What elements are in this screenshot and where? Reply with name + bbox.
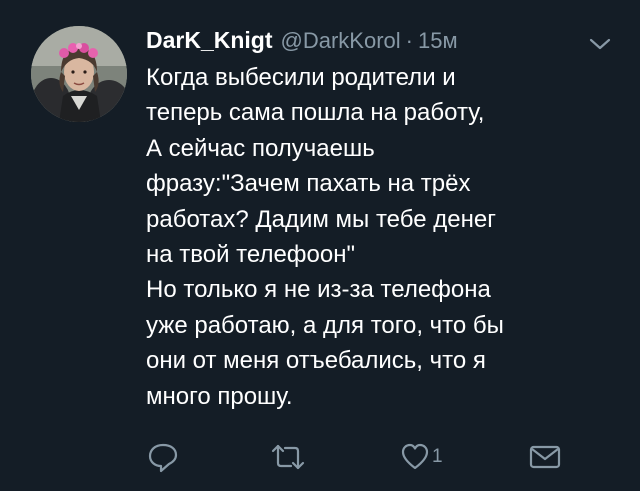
tweet-actions: 1 (146, 440, 606, 474)
tweet-text-line: Но только я не из-за телефона (146, 276, 491, 304)
tweet-header: DarK_Knigt @DarkKorol · 15м (146, 27, 458, 61)
tweet: DarK_Knigt @DarkKorol · 15м Когда выбеси… (0, 0, 640, 491)
avatar-image (31, 26, 127, 122)
tweet-text-line: А сейчас получаешь (146, 134, 375, 162)
avatar[interactable] (31, 26, 127, 122)
header-separator: · (405, 28, 413, 53)
envelope-icon (529, 445, 561, 469)
tweet-text-line: фразу:"Зачем пахать на трёх (146, 170, 471, 198)
tweet-text-line: много прошу. (146, 382, 293, 410)
chevron-down-icon[interactable] (588, 36, 612, 52)
reply-button[interactable] (146, 440, 180, 474)
tweet-timestamp[interactable]: 15м (418, 28, 458, 54)
tweet-text-line: они от меня отъебались, что я (146, 347, 486, 375)
like-count: 1 (432, 446, 443, 467)
heart-icon (401, 443, 429, 470)
tweet-text-line: работах? Дадим мы тебе денег (146, 205, 496, 233)
reply-icon (148, 443, 178, 473)
retweet-button[interactable] (269, 440, 307, 474)
tweet-text-line: уже работаю, а для того, что бы (146, 311, 504, 339)
author-handle[interactable]: @DarkKorol (281, 28, 401, 54)
tweet-text-line: Когда выбесили родители и (146, 64, 456, 91)
author-display-name[interactable]: DarK_Knigt (146, 27, 273, 54)
like-button[interactable]: 1 (400, 440, 443, 474)
tweet-text-line: на твой телефоон" (146, 241, 356, 269)
retweet-icon (271, 444, 305, 470)
direct-message-button[interactable] (528, 440, 562, 474)
tweet-text-line: теперь сама пошла на работу, (146, 99, 485, 127)
tweet-text: Когда выбесили родители и теперь сама по… (146, 60, 616, 414)
